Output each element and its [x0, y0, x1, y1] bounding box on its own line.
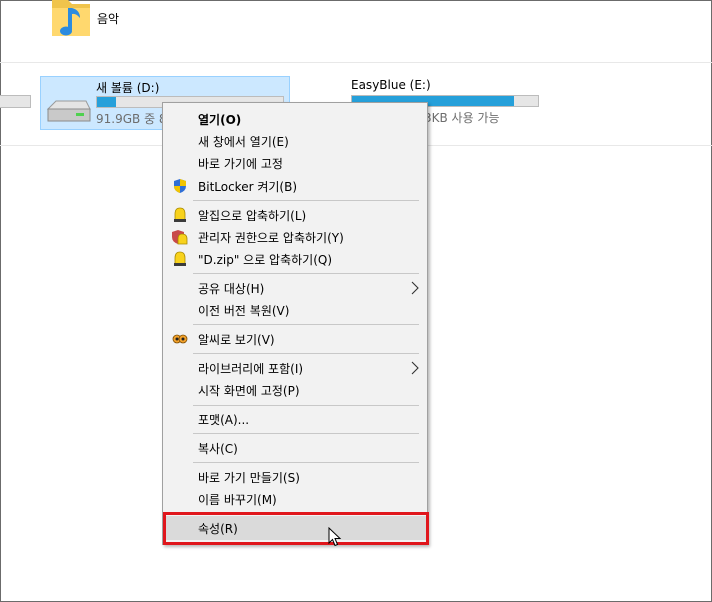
menu-item-admin-compress[interactable]: 관리자 권한으로 압축하기(Y) [163, 226, 427, 248]
music-folder[interactable]: 음악 [50, 0, 170, 44]
drive-d-info: 91.9GB 중 8 [96, 112, 166, 126]
menu-item-label: BitLocker 켜기(B) [198, 180, 298, 194]
hard-drive-icon [46, 100, 91, 122]
menu-item-label: 새 창에서 열기(E) [198, 135, 289, 149]
drive-e-name: EasyBlue (E:) [351, 78, 431, 92]
menu-item-label: 바로 가기 만들기(S) [198, 471, 300, 485]
menu-item-pin-quick-access[interactable]: 바로 가기에 고정 [163, 152, 427, 174]
menu-item-restore-previous[interactable]: 이전 버전 복원(V) [163, 299, 427, 321]
alsee-icon [172, 334, 188, 344]
menu-item-copy[interactable]: 복사(C) [163, 437, 427, 459]
chevron-right-icon [411, 281, 419, 295]
menu-separator [193, 353, 419, 354]
drive-capacity-bar-partial [0, 95, 31, 108]
menu-item-format[interactable]: 포맷(A)... [163, 408, 427, 430]
menu-item-label: 바로 가기에 고정 [198, 157, 283, 171]
menu-item-open[interactable]: 열기(O) [163, 108, 427, 130]
menu-separator [193, 462, 419, 463]
menu-item-include-library[interactable]: 라이브러리에 포함(I) [163, 357, 427, 379]
menu-item-label: 복사(C) [198, 442, 238, 456]
menu-item-bitlocker[interactable]: BitLocker 켜기(B) [163, 175, 427, 197]
menu-separator [193, 200, 419, 201]
menu-separator [193, 273, 419, 274]
menu-item-label: 공유 대상(H) [198, 282, 265, 296]
menu-item-compress-dzip[interactable]: "D.zip" 으로 압축하기(Q) [163, 248, 427, 270]
drive-e-info: 3KB 사용 가능 [424, 111, 500, 125]
drive-d-capacity-fill [97, 97, 116, 107]
music-folder-icon [52, 0, 90, 36]
highlight-annotation-box [163, 512, 429, 545]
menu-item-alsee-view[interactable]: 알씨로 보기(V) [163, 328, 427, 350]
context-menu: 열기(O) 새 창에서 열기(E) 바로 가기에 고정 BitLocker 켜기… [162, 102, 428, 545]
section-divider [0, 62, 712, 63]
menu-item-label: 열기(O) [198, 113, 242, 127]
chevron-right-icon [411, 361, 419, 375]
music-folder-label: 음악 [97, 12, 120, 26]
menu-item-open-new-window[interactable]: 새 창에서 열기(E) [163, 130, 427, 152]
menu-item-label: 알집으로 압축하기(L) [198, 209, 307, 223]
menu-item-label: 이름 바꾸기(M) [198, 493, 277, 507]
menu-separator [193, 405, 419, 406]
menu-item-label: 알씨로 보기(V) [198, 333, 275, 347]
menu-item-pin-start[interactable]: 시작 화면에 고정(P) [163, 379, 427, 401]
mouse-cursor-icon [328, 527, 342, 547]
menu-separator [193, 433, 419, 434]
menu-item-alzip-compress[interactable]: 알집으로 압축하기(L) [163, 204, 427, 226]
drive-d-name: 새 볼륨 (D:) [96, 81, 160, 95]
menu-separator [193, 324, 419, 325]
shield-icon [174, 179, 186, 193]
menu-item-label: 포맷(A)... [198, 413, 250, 427]
menu-item-share-with[interactable]: 공유 대상(H) [163, 277, 427, 299]
menu-item-label: 관리자 권한으로 압축하기(Y) [198, 231, 344, 245]
alzip-icon [174, 207, 186, 222]
menu-item-rename[interactable]: 이름 바꾸기(M) [163, 488, 427, 510]
menu-item-label: "D.zip" 으로 압축하기(Q) [198, 253, 333, 267]
menu-item-create-shortcut[interactable]: 바로 가기 만들기(S) [163, 466, 427, 488]
menu-item-label: 이전 버전 복원(V) [198, 304, 290, 318]
menu-item-label: 라이브러리에 포함(I) [198, 362, 304, 376]
admin-shield-alzip-icon [172, 230, 188, 245]
alzip-icon [174, 251, 186, 266]
menu-item-label: 시작 화면에 고정(P) [198, 384, 300, 398]
